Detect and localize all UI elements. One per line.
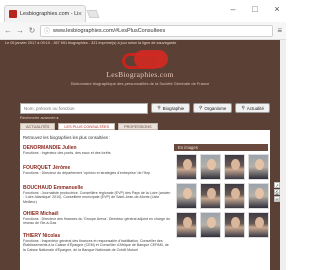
portrait-thumbnail[interactable] [200, 212, 221, 238]
bio-description: Fonctions : Directeur du département 'op… [23, 171, 150, 175]
search-row: ⚲ Biographie ⚲ Organisme ⚲ Actualité [20, 102, 270, 114]
site-favicon-icon [9, 10, 17, 18]
bio-description: Fonctions : Directeur des finances du 'G… [23, 217, 171, 226]
search-news-label: Actualité [246, 105, 264, 111]
portrait-thumbnail[interactable] [176, 154, 197, 180]
page-info-icon[interactable]: ⓘ [44, 26, 50, 35]
advanced-search-link[interactable]: Recherche avancée ▸ [20, 115, 59, 120]
tab-title: Lesbiographies.com - Li [20, 11, 78, 17]
window-controls: – □ × [228, 4, 282, 14]
biography-list: DENORMANDIE Julien Fonctions : Ingénieur… [23, 145, 171, 253]
portrait-thumbnail[interactable] [248, 183, 269, 209]
portrait-thumbnail[interactable] [224, 154, 245, 180]
portrait-thumbnail[interactable] [176, 183, 197, 209]
share-icon[interactable]: ↗ [274, 182, 280, 188]
images-title: En images [174, 144, 268, 151]
forward-arrow-icon[interactable]: → [16, 26, 24, 35]
back-arrow-icon[interactable]: ← [4, 26, 12, 35]
portrait-thumbnail[interactable] [176, 212, 197, 238]
mail-icon[interactable]: ✉ [274, 196, 280, 202]
bio-description: Fonctions : Journaliste productrice. Con… [23, 191, 171, 204]
portrait-thumbnail[interactable] [248, 154, 269, 180]
portrait-thumbnail[interactable] [200, 183, 221, 209]
list-item: BOUCHAUD Emmanuelle Fonctions : Journali… [23, 185, 171, 211]
url-field[interactable]: ⓘ www.lesbiographies.com/#LesPlusConsult… [40, 24, 274, 37]
list-item: DENORMANDIE Julien Fonctions : Ingénieur… [23, 145, 171, 165]
content-tabs: ACTUALITÉS LES PLUS CONSULTÉES PROFESSIO… [20, 123, 158, 130]
web-page: Le 05 janvier 2017 à 09:10 - 367 691 bio… [0, 40, 280, 270]
search-icon: ⚲ [241, 105, 245, 110]
search-input[interactable] [20, 102, 149, 114]
list-item: THIERY Nicolas Fonctions : Inspecteur gé… [23, 233, 171, 253]
search-biography-button[interactable]: ⚲ Biographie [151, 103, 191, 113]
intro-text: Retrouvez les biographies les plus consu… [23, 135, 111, 140]
browser-tab[interactable]: Lesbiographies.com - Li × [4, 5, 86, 22]
tab-close-icon[interactable]: × [78, 11, 82, 18]
tab-plus-consultees[interactable]: LES PLUS CONSULTÉES [58, 123, 116, 130]
bio-description: Fonctions : Inspecteur général des finan… [23, 239, 169, 252]
address-bar: ← → ↻ ⓘ www.lesbiographies.com/#LesPlusC… [0, 22, 286, 40]
search-news-button[interactable]: ⚲ Actualité [235, 103, 270, 113]
minimize-button[interactable]: – [228, 4, 238, 14]
site-name: LesBiographies.com [106, 70, 174, 79]
top-notice: Le 05 janvier 2017 à 09:10 - 367 691 bio… [5, 41, 177, 45]
portrait-thumbnail[interactable] [248, 212, 269, 238]
page-scrollbar[interactable] [280, 40, 286, 270]
close-window-button[interactable]: × [272, 4, 282, 14]
list-item: OHIER Michaël Fonctions : Directeur des … [23, 211, 171, 233]
content-panel: ACTUALITÉS LES PLUS CONSULTÉES PROFESSIO… [20, 123, 270, 270]
portrait-grid [174, 151, 269, 241]
new-tab-button[interactable] [86, 10, 100, 18]
reload-icon[interactable]: ↻ [28, 26, 36, 35]
search-organism-button[interactable]: ⚲ Organisme [193, 103, 233, 113]
side-toolbar: ↗ ⎙ ✉ [274, 182, 280, 202]
url-text: www.lesbiographies.com/#LesPlusConsultee… [53, 27, 166, 34]
maximize-button[interactable]: □ [250, 4, 260, 14]
tab-actualites[interactable]: ACTUALITÉS [20, 123, 56, 130]
tab-professions[interactable]: PROFESSIONS [118, 123, 158, 130]
portrait-thumbnail[interactable] [224, 183, 245, 209]
search-icon: ⚲ [157, 105, 161, 110]
search-icon: ⚲ [199, 105, 203, 110]
bio-description: Fonctions : Ingénieur des ponts, des eau… [23, 151, 111, 155]
list-item: FOURQUET Jérôme Fonctions : Directeur du… [23, 165, 171, 185]
logo-mark-fill [134, 50, 168, 68]
browser-menu-icon[interactable]: ≡ [277, 26, 282, 35]
site-description: Dictionnaire biographique des personnali… [70, 81, 210, 86]
portrait-thumbnail[interactable] [224, 212, 245, 238]
print-icon[interactable]: ⎙ [274, 189, 280, 195]
portrait-thumbnail[interactable] [200, 154, 221, 180]
images-panel: En images [174, 144, 269, 270]
search-organism-label: Organisme [204, 105, 227, 111]
search-biography-label: Biographie [162, 105, 185, 111]
browser-tab-bar: Lesbiographies.com - Li × – □ × [0, 0, 286, 22]
